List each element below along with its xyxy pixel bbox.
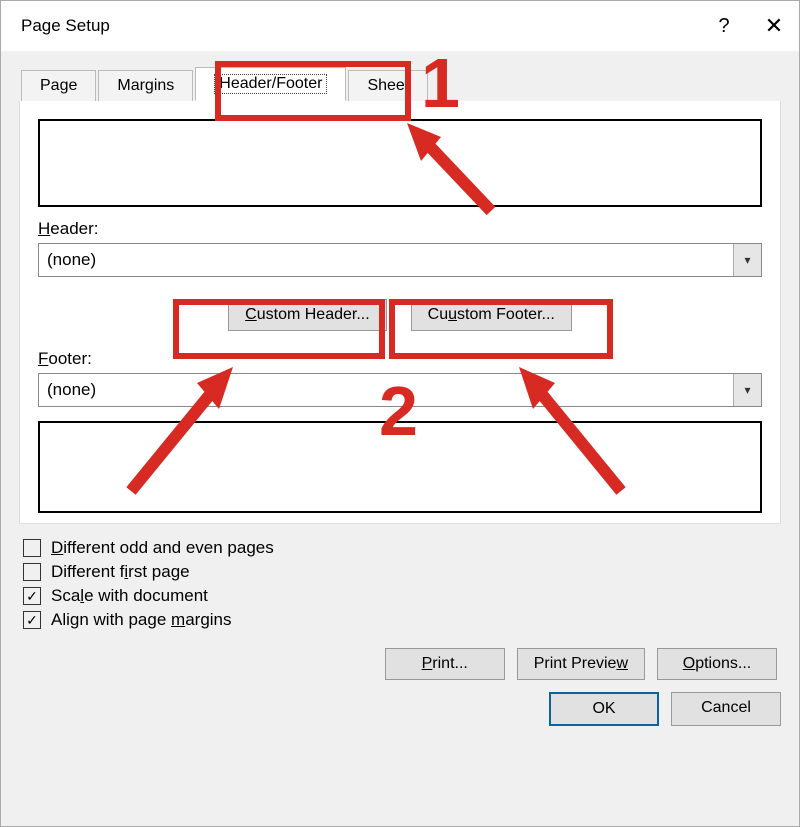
checkbox-box xyxy=(23,539,41,557)
checkbox-align-with-margins[interactable]: Align with page margins xyxy=(23,610,777,630)
print-button[interactable]: Print... xyxy=(385,648,505,680)
header-combo-value: (none) xyxy=(39,244,733,276)
tab-page[interactable]: Page xyxy=(21,70,96,101)
chevron-down-icon: ▾ xyxy=(744,383,750,397)
header-combo-dropdown[interactable]: ▾ xyxy=(733,244,761,276)
titlebar: Page Setup ? ✕ xyxy=(1,1,799,51)
checkbox-box xyxy=(23,611,41,629)
chevron-down-icon: ▾ xyxy=(744,253,750,267)
footer-label: Footer: xyxy=(38,349,762,369)
custom-footer-button[interactable]: Cuustom Footer...stom Footer... xyxy=(411,299,572,331)
options-button[interactable]: Options... xyxy=(657,648,777,680)
checkbox-box xyxy=(23,563,41,581)
checkbox-scale-with-document[interactable]: Scale with document xyxy=(23,586,777,606)
ok-button[interactable]: OK xyxy=(549,692,659,726)
print-button-row: Print... Print Preview Options... xyxy=(23,648,777,680)
cancel-button[interactable]: Cancel xyxy=(671,692,781,726)
header-footer-pane: Header: (none) ▾ Custom Header... Cuusto… xyxy=(19,101,781,524)
header-preview xyxy=(38,119,762,207)
footer-preview xyxy=(38,421,762,513)
custom-button-row: Custom Header... Cuustom Footer...stom F… xyxy=(38,299,762,331)
tab-sheet[interactable]: Sheet xyxy=(348,70,428,101)
checkbox-label: Scale with document xyxy=(51,586,208,606)
tab-margins[interactable]: Margins xyxy=(98,70,193,101)
footer-combo-dropdown[interactable]: ▾ xyxy=(733,374,761,406)
window-title: Page Setup xyxy=(21,16,699,36)
dialog-button-row: OK Cancel xyxy=(1,680,799,742)
checkbox-box xyxy=(23,587,41,605)
tab-strip: Page Margins Header/Footer Sheet xyxy=(1,59,799,101)
checkbox-diff-first-page[interactable]: Different first page xyxy=(23,562,777,582)
header-label: Header: xyxy=(38,219,762,239)
header-combo[interactable]: (none) ▾ xyxy=(38,243,762,277)
tab-header-footer-label: Header/Footer xyxy=(214,74,327,94)
checkbox-label: Different odd and even pages xyxy=(51,538,274,558)
options-area: Different odd and even pages Different f… xyxy=(1,524,799,680)
page-setup-dialog: Page Setup ? ✕ Page Margins Header/Foote… xyxy=(0,0,800,827)
custom-header-button[interactable]: Custom Header... xyxy=(228,299,387,331)
close-button[interactable]: ✕ xyxy=(749,1,799,51)
print-preview-button[interactable]: Print Preview xyxy=(517,648,645,680)
help-button[interactable]: ? xyxy=(699,1,749,51)
checkbox-label: Align with page margins xyxy=(51,610,232,630)
footer-combo-value: (none) xyxy=(39,374,733,406)
checkbox-diff-odd-even[interactable]: Different odd and even pages xyxy=(23,538,777,558)
footer-combo[interactable]: (none) ▾ xyxy=(38,373,762,407)
tab-header-footer[interactable]: Header/Footer xyxy=(195,67,346,101)
checkbox-label: Different first page xyxy=(51,562,190,582)
